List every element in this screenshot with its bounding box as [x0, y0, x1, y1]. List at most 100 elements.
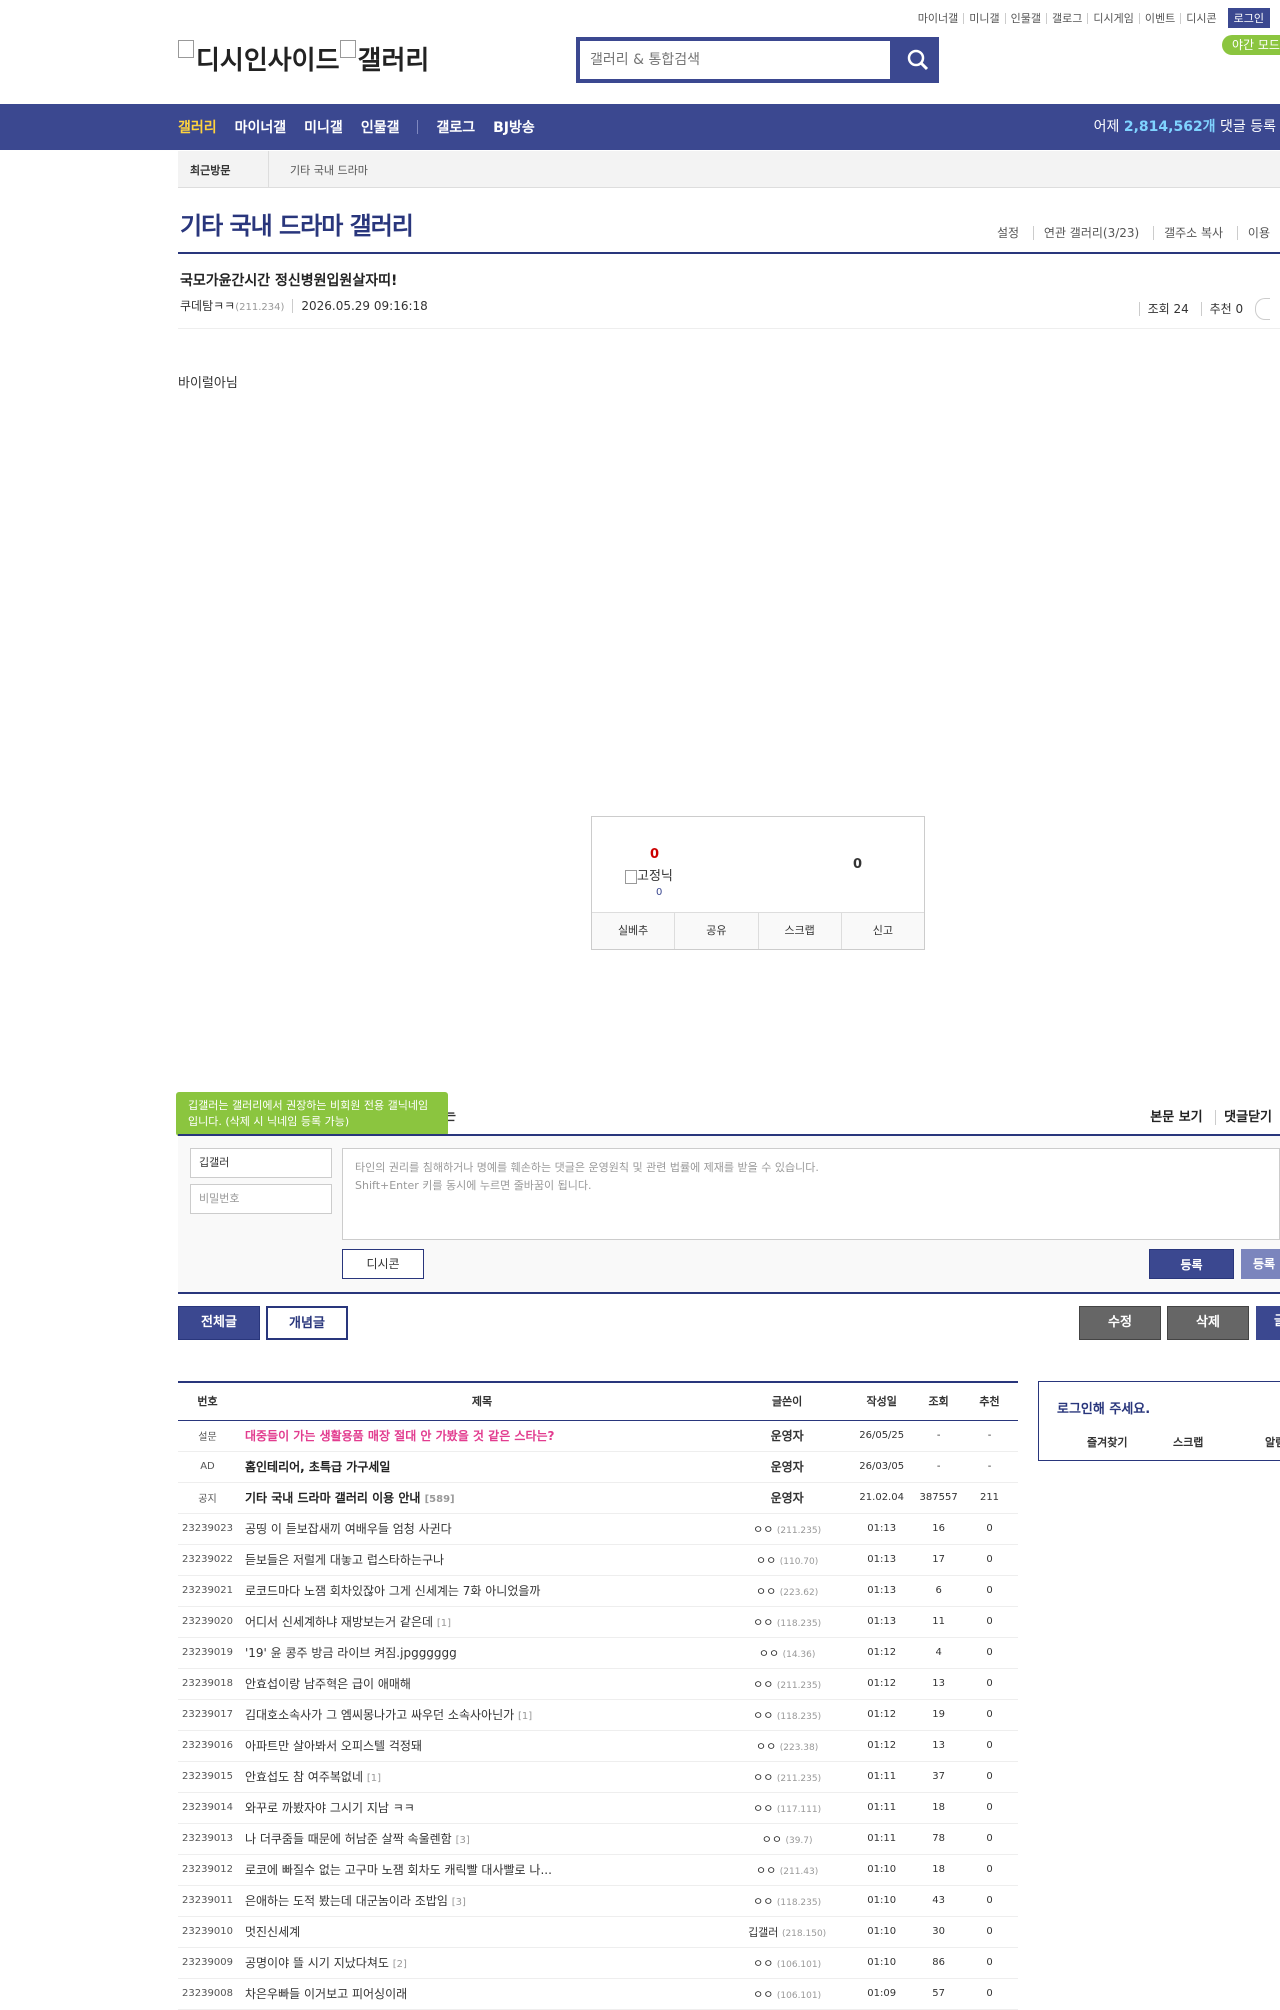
recent-item[interactable]: 기타 국내 드라마 [290, 162, 368, 178]
post-title-cell[interactable]: 멋진신세계 [236, 1916, 728, 1948]
settings-link[interactable]: 설정 [987, 226, 1029, 240]
post-title-link[interactable]: '19' 윤 콩주 방금 라이브 켜짐.jpgggggg [245, 1646, 457, 1660]
post-title-cell[interactable]: 기타 국내 드라마 갤러리 이용 안내 [589] [236, 1482, 728, 1514]
gallery-title[interactable]: 기타 국내 드라마 갤러리 [180, 206, 414, 241]
writer-nick[interactable]: 운영자 [771, 1429, 804, 1443]
writer-nick[interactable]: 깁갤러 [748, 1926, 778, 1939]
post-writer[interactable]: ㅇㅇ (14.36) [727, 1637, 848, 1669]
writer-nick[interactable]: ㅇㅇ [753, 1771, 773, 1784]
post-title-cell[interactable]: 듣보들은 저럴게 대놓고 럽스타하는구나 [236, 1544, 728, 1576]
top-link-event[interactable]: 이벤트 [1138, 12, 1180, 24]
table-row[interactable]: 23239011 은애하는 도적 봤는데 대군놈이라 조밥임 [3] ㅇㅇ (118… [178, 1885, 1018, 1917]
share-button[interactable]: 공유 [674, 913, 757, 949]
writer-nick[interactable]: ㅇㅇ [753, 1523, 773, 1536]
writer-nick[interactable]: ㅇㅇ [753, 1957, 773, 1970]
top-link-person[interactable]: 인물갤 [1004, 12, 1046, 24]
writer-nick[interactable]: ㅇㅇ [759, 1647, 779, 1660]
edit-button[interactable]: 수정 [1079, 1306, 1161, 1340]
usage-link[interactable]: 이용 [1236, 226, 1280, 240]
post-writer[interactable]: ㅇㅇ (211.43) [727, 1854, 848, 1886]
post-title-cell[interactable]: 김대호소속사가 그 엠씨몽나가고 싸우던 소속사아닌가 [1] [236, 1699, 728, 1731]
post-writer[interactable]: ㅇㅇ (211.235) [727, 1668, 848, 1700]
post-title-cell[interactable]: 공명이야 뜰 시기 지났다쳐도 [2] [236, 1947, 728, 1979]
night-mode-button[interactable]: 야간 모드 [1222, 35, 1280, 55]
post-title-link[interactable]: 와꾸로 까봤자야 그시기 지남 ㅋㅋ [245, 1801, 415, 1815]
table-row[interactable]: 23239010 멋진신세계 깁갤러 (218.150) 01:10 30 0 [178, 1916, 1018, 1948]
post-title-cell[interactable]: 안효섭이랑 남주혁은 급이 애매해 [236, 1668, 728, 1700]
post-writer[interactable]: ㅇㅇ (106.101) [727, 1978, 848, 2010]
delete-button[interactable]: 삭제 [1167, 1306, 1249, 1340]
write-button[interactable]: 글 [1256, 1306, 1280, 1340]
search-icon[interactable] [905, 47, 931, 73]
writer-nick[interactable]: ㅇㅇ [762, 1833, 782, 1846]
post-title-link[interactable]: 차은우빠들 이거보고 피어싱이래 [245, 1987, 407, 2001]
top-link-dccon[interactable]: 디시콘 [1180, 12, 1221, 24]
post-writer[interactable]: 운영자 [727, 1482, 848, 1514]
post-writer[interactable]: ㅇㅇ (118.235) [727, 1699, 848, 1731]
post-writer[interactable]: ㅇㅇ (118.235) [727, 1885, 848, 1917]
nav-person[interactable]: 인물갤 [361, 117, 400, 137]
post-writer[interactable]: ㅇㅇ (117.111) [727, 1792, 848, 1824]
post-title-link[interactable]: 대중들이 가는 생활용품 매장 절대 안 가봤을 것 같은 스타는? [245, 1429, 555, 1443]
table-row[interactable]: 23239021 로코드마다 노잼 회차있잖아 그게 신세계는 7화 아니었을까 … [178, 1575, 1018, 1607]
comment-name-field[interactable]: 깁갤러 [190, 1148, 332, 1178]
post-title-cell[interactable]: 공띵 이 듣보잡새끼 여배우들 엄청 사귄다 [236, 1513, 728, 1545]
table-row[interactable]: AD 홈인테리어, 초특급 가구세일 운영자 26/03/05- - [178, 1451, 1018, 1483]
comment-submit-recommend-button[interactable]: 등록 [1241, 1249, 1280, 1279]
writer-nick[interactable]: ㅇㅇ [756, 1864, 776, 1877]
post-writer[interactable]: ㅇㅇ (106.101) [727, 1947, 848, 1979]
post-title-link[interactable]: 안효섭도 참 여주복없네 [245, 1770, 363, 1784]
post-title-link[interactable]: 아파트만 살아봐서 오피스텔 걱정돼 [245, 1739, 422, 1753]
post-title-cell[interactable]: 로코에 빠질수 없는 고구마 노잼 회차도 캐릭빨 대사빨로 나... [236, 1854, 728, 1886]
post-title-cell[interactable]: 은애하는 도적 봤는데 대군놈이라 조밥임 [3] [236, 1885, 728, 1917]
post-title-link[interactable]: 홈인테리어, 초특급 가구세일 [245, 1460, 390, 1474]
table-row[interactable]: 23239018 안효섭이랑 남주혁은 급이 애매해 ㅇㅇ (211.235) 01… [178, 1668, 1018, 1700]
view-body-link[interactable]: 본문 보기 [1142, 1110, 1210, 1125]
post-title-link[interactable]: 공명이야 뜰 시기 지났다쳐도 [245, 1956, 389, 1970]
top-link-gallog[interactable]: 갤로그 [1046, 12, 1087, 24]
comment-submit-button[interactable]: 등록 [1149, 1249, 1234, 1279]
post-writer[interactable]: ㅇㅇ (211.235) [727, 1513, 848, 1545]
comment-password-field[interactable]: 비밀번호 [190, 1184, 332, 1214]
top-link-mini[interactable]: 미니갤 [963, 12, 1004, 24]
post-title-cell[interactable]: 로코드마다 노잼 회차있잖아 그게 신세계는 7화 아니었을까 [236, 1575, 728, 1607]
post-title-link[interactable]: 안효섭이랑 남주혁은 급이 애매해 [245, 1677, 411, 1691]
table-row[interactable]: 23239022 듣보들은 저럴게 대놓고 럽스타하는구나 ㅇㅇ (110.70)… [178, 1544, 1018, 1576]
related-gallery-link[interactable]: 연관 갤러리(3/23) [1032, 226, 1150, 240]
table-row[interactable]: 23239020 어디서 신세계하냐 재방보는거 같은데 [1] ㅇㅇ (118.2… [178, 1606, 1018, 1638]
nav-gallog[interactable]: 갤로그 [436, 117, 475, 137]
table-row[interactable]: 23239009 공명이야 뜰 시기 지났다쳐도 [2] ㅇㅇ (106.101) 0… [178, 1947, 1018, 1979]
writer-nick[interactable]: 쿠데탐ㅋㅋ [180, 299, 235, 313]
post-title-link[interactable]: 은애하는 도적 봤는데 대군놈이라 조밥임 [245, 1894, 448, 1908]
post-title-cell[interactable]: '19' 윤 콩주 방금 라이브 켜짐.jpgggggg [236, 1637, 728, 1669]
table-row[interactable]: 23239019 '19' 윤 콩주 방금 라이브 켜짐.jpgggggg ㅇㅇ … [178, 1637, 1018, 1669]
writer-nick[interactable]: ㅇㅇ [753, 1678, 773, 1691]
nav-gallery[interactable]: 갤러리 [178, 117, 217, 137]
post-title-cell[interactable]: 와꾸로 까봤자야 그시기 지남 ㅋㅋ [236, 1792, 728, 1824]
top-link-minor[interactable]: 마이너갤 [913, 13, 963, 24]
post-title-cell[interactable]: 차은우빠들 이거보고 피어싱이래 [236, 1978, 728, 2010]
tab-concept-posts[interactable]: 개념글 [266, 1306, 348, 1340]
post-writer[interactable]: 깁갤러 (218.150) [727, 1916, 848, 1948]
login-prompt[interactable]: 로그인해 주세요. [1057, 1398, 1150, 1417]
writer-nick[interactable]: ㅇㅇ [753, 1802, 773, 1815]
site-logo[interactable]: 디시인사이드 갤러리 [178, 40, 429, 77]
table-row[interactable]: 공지 기타 국내 드라마 갤러리 이용 안내 [589] 운영자 21.02.04 3… [178, 1482, 1018, 1514]
post-writer[interactable]: ㅇㅇ (223.62) [727, 1575, 848, 1607]
top-link-game[interactable]: 디시게임 [1087, 12, 1138, 24]
post-title-link[interactable]: 어디서 신세계하냐 재방보는거 같은데 [245, 1615, 433, 1629]
writer-nick[interactable]: ㅇㅇ [753, 1616, 773, 1629]
post-writer[interactable]: ㅇㅇ (118.235) [727, 1606, 848, 1638]
post-title-cell[interactable]: 대중들이 가는 생활용품 매장 절대 안 가봤을 것 같은 스타는? [236, 1420, 728, 1452]
post-title-link[interactable]: 로코에 빠질수 없는 고구마 노잼 회차도 캐릭빨 대사빨로 나... [245, 1863, 552, 1877]
scrap-button[interactable]: 스크랩 [757, 913, 841, 949]
post-title-link[interactable]: 공띵 이 듣보잡새끼 여배우들 엄청 사귄다 [245, 1522, 452, 1536]
search-input[interactable] [580, 41, 890, 79]
nav-minor[interactable]: 마이너갤 [235, 117, 287, 137]
login-button[interactable]: 로그인 [1227, 8, 1270, 28]
post-title-cell[interactable]: 아파트만 살아봐서 오피스텔 걱정돼 [236, 1730, 728, 1762]
writer-nick[interactable]: 운영자 [771, 1491, 804, 1505]
table-row[interactable]: 23239015 안효섭도 참 여주복없네 [1] ㅇㅇ (211.235) 01:1… [178, 1761, 1018, 1793]
post-writer[interactable]: 운영자 [727, 1420, 848, 1452]
close-comments-link[interactable]: 댓글닫기 [1215, 1110, 1280, 1125]
